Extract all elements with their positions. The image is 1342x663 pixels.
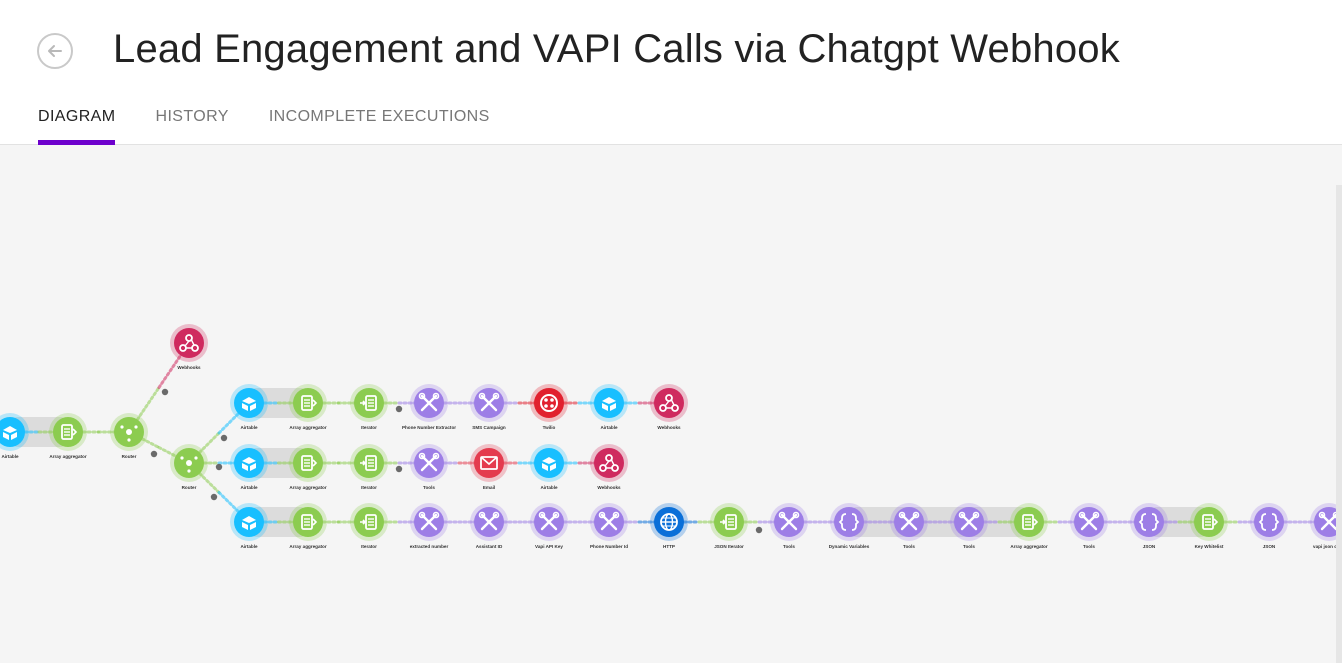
module-label: Airtable: [540, 485, 558, 490]
module-aggregator[interactable]: Array aggregator: [1010, 503, 1048, 549]
module-airtable[interactable]: Airtable: [530, 444, 568, 490]
module-tools[interactable]: Tools: [410, 444, 448, 490]
module-json[interactable]: JSON: [1130, 503, 1168, 549]
module-tools[interactable]: Phone Number Extractor: [402, 384, 456, 430]
module-aggregator[interactable]: Key Whitelist: [1190, 503, 1228, 549]
module-tools[interactable]: Vapi API Key: [530, 503, 568, 549]
module-iterator[interactable]: Iterator: [350, 503, 388, 549]
module-tools[interactable]: Phone Number Id: [590, 503, 628, 549]
module-aggregator[interactable]: Array aggregator: [49, 413, 87, 459]
tab-incomplete-executions[interactable]: INCOMPLETE EXECUTIONS: [269, 108, 490, 145]
module-airtable[interactable]: Airtable: [230, 384, 268, 430]
page-header: Lead Engagement and VAPI Calls via Chatg…: [0, 0, 1342, 145]
filter-icon[interactable]: [755, 526, 763, 534]
module-label: Webhooks: [657, 425, 681, 430]
module-label: Array aggregator: [49, 454, 86, 459]
module-label: Vapi API Key: [535, 544, 563, 549]
module-tools[interactable]: Assistant ID: [470, 503, 508, 549]
tab-diagram[interactable]: DIAGRAM: [38, 108, 116, 145]
module-tools[interactable]: Tools: [770, 503, 808, 549]
module-label: Key Whitelist: [1195, 544, 1224, 549]
module-label: Router: [182, 485, 197, 490]
module-label: Tools: [963, 544, 975, 549]
vertical-scrollbar[interactable]: [1336, 185, 1342, 663]
filter-icon[interactable]: [210, 493, 218, 501]
module-label: Airtable: [240, 544, 258, 549]
module-label: Tools: [423, 485, 435, 490]
module-airtable[interactable]: Airtable: [230, 444, 268, 490]
module-label: Array aggregator: [289, 544, 326, 549]
module-tools[interactable]: Tools: [950, 503, 988, 549]
arrow-left-icon: [48, 45, 62, 57]
module-label: Email: [483, 485, 495, 490]
module-label: Array aggregator: [1010, 544, 1047, 549]
module-label: Airtable: [600, 425, 618, 430]
module-json[interactable]: JSON: [1250, 503, 1288, 549]
module-twilio[interactable]: Twilio: [530, 384, 568, 430]
module-label: Assistant ID: [476, 544, 503, 549]
module-label: Tools: [903, 544, 915, 549]
module-label: Iterator: [361, 425, 377, 430]
module-label: Webhooks: [597, 485, 621, 490]
module-router[interactable]: Router: [170, 444, 208, 490]
module-label: SMS Campaign: [472, 425, 506, 430]
module-label: Dynamic Variables: [829, 544, 870, 549]
module-label: Tools: [783, 544, 795, 549]
module-label: Array aggregator: [289, 485, 326, 490]
module-label: Tools: [1083, 544, 1095, 549]
module-iterator[interactable]: Iterator: [350, 444, 388, 490]
module-tools[interactable]: extracted number: [410, 503, 449, 549]
module-label: Phone Number Extractor: [402, 425, 456, 430]
module-iterator[interactable]: Iterator: [350, 384, 388, 430]
tab-bar: DIAGRAM HISTORY INCOMPLETE EXECUTIONS: [38, 108, 490, 145]
module-label: Phone Number Id: [590, 544, 628, 549]
filter-icon[interactable]: [395, 465, 403, 473]
module-email[interactable]: Email: [470, 444, 508, 490]
module-label: JSON: [1143, 544, 1156, 549]
module-label: JSON: [1263, 544, 1276, 549]
module-label: extracted number: [410, 544, 449, 549]
scenario-canvas[interactable]: Airtable Array aggregator Router Webhooks Ro…: [0, 145, 1342, 663]
page-title: Lead Engagement and VAPI Calls via Chatg…: [113, 27, 1120, 71]
module-label: Array aggregator: [289, 425, 326, 430]
filter-icon[interactable]: [150, 450, 158, 458]
back-button[interactable]: [37, 33, 73, 69]
scenario-diagram[interactable]: Airtable Array aggregator Router Webhooks Ro…: [0, 145, 1342, 663]
module-label: Webhooks: [177, 365, 201, 370]
tab-history[interactable]: HISTORY: [155, 108, 228, 145]
module-label: Airtable: [1, 454, 19, 459]
module-aggregator[interactable]: Array aggregator: [289, 384, 327, 430]
module-tools[interactable]: Tools: [890, 503, 928, 549]
filter-icon[interactable]: [215, 463, 223, 471]
module-aggregator[interactable]: Array aggregator: [289, 444, 327, 490]
filter-icon[interactable]: [161, 388, 169, 396]
module-label: Iterator: [361, 544, 377, 549]
module-tools[interactable]: Tools: [1070, 503, 1108, 549]
module-webhook[interactable]: Webhooks: [650, 384, 688, 430]
module-iterator[interactable]: JSON Iterator: [710, 503, 748, 549]
module-label: Router: [122, 454, 137, 459]
module-airtable[interactable]: Airtable: [230, 503, 268, 549]
module-tools[interactable]: SMS Campaign: [470, 384, 508, 430]
filter-icon[interactable]: [220, 434, 228, 442]
module-webhook[interactable]: Webhooks: [590, 444, 628, 490]
module-aggregator[interactable]: Array aggregator: [289, 503, 327, 549]
module-label: JSON Iterator: [714, 544, 744, 549]
module-label: Airtable: [240, 425, 258, 430]
module-airtable[interactable]: Airtable: [590, 384, 628, 430]
module-router[interactable]: Router: [110, 413, 148, 459]
module-http[interactable]: HTTP: [650, 503, 688, 549]
module-label: Iterator: [361, 485, 377, 490]
module-label: HTTP: [663, 544, 675, 549]
module-label: Twilio: [543, 425, 556, 430]
module-json[interactable]: Dynamic Variables: [829, 503, 870, 549]
module-label: Airtable: [240, 485, 258, 490]
filter-icon[interactable]: [395, 405, 403, 413]
